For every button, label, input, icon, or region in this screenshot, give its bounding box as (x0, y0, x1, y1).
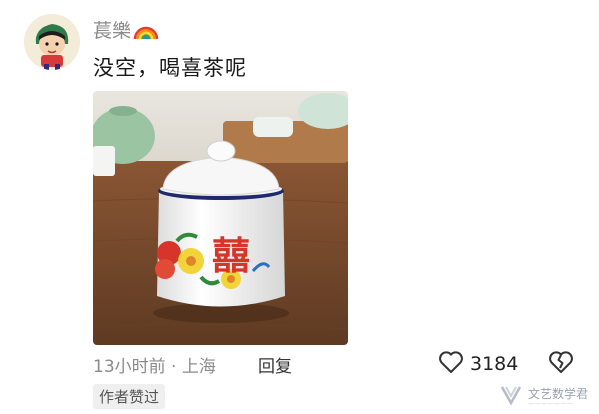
avatar-cartoon-icon (24, 14, 80, 70)
watermark-logo-icon (500, 384, 522, 410)
username[interactable]: 萇樂 (93, 16, 131, 43)
comment-meta: 13小时前 · 上海 (93, 357, 216, 377)
comment-author[interactable]: 萇樂 (93, 16, 159, 43)
reply-button[interactable]: 回复 (258, 352, 292, 377)
comment-photo[interactable]: 囍 (93, 91, 348, 345)
rainbow-icon (133, 19, 159, 41)
like-count: 3184 (470, 353, 519, 375)
mug-double-happiness: 囍 (212, 234, 250, 278)
dislike-button[interactable] (548, 350, 574, 378)
author-liked-badge: 作者赞过 (93, 384, 166, 409)
like-button[interactable]: 3184 (438, 350, 518, 378)
watermark: 文艺数学君 ——————— (500, 384, 588, 410)
watermark-subtext: ——————— (528, 399, 574, 407)
heart-icon[interactable] (438, 350, 464, 378)
enamel-mug-photo: 囍 (93, 91, 348, 345)
watermark-text: 文艺数学君 (528, 386, 589, 401)
comment-text: 没空，喝喜茶呢 (93, 56, 247, 80)
avatar[interactable] (24, 14, 80, 70)
broken-heart-icon[interactable] (548, 351, 574, 378)
